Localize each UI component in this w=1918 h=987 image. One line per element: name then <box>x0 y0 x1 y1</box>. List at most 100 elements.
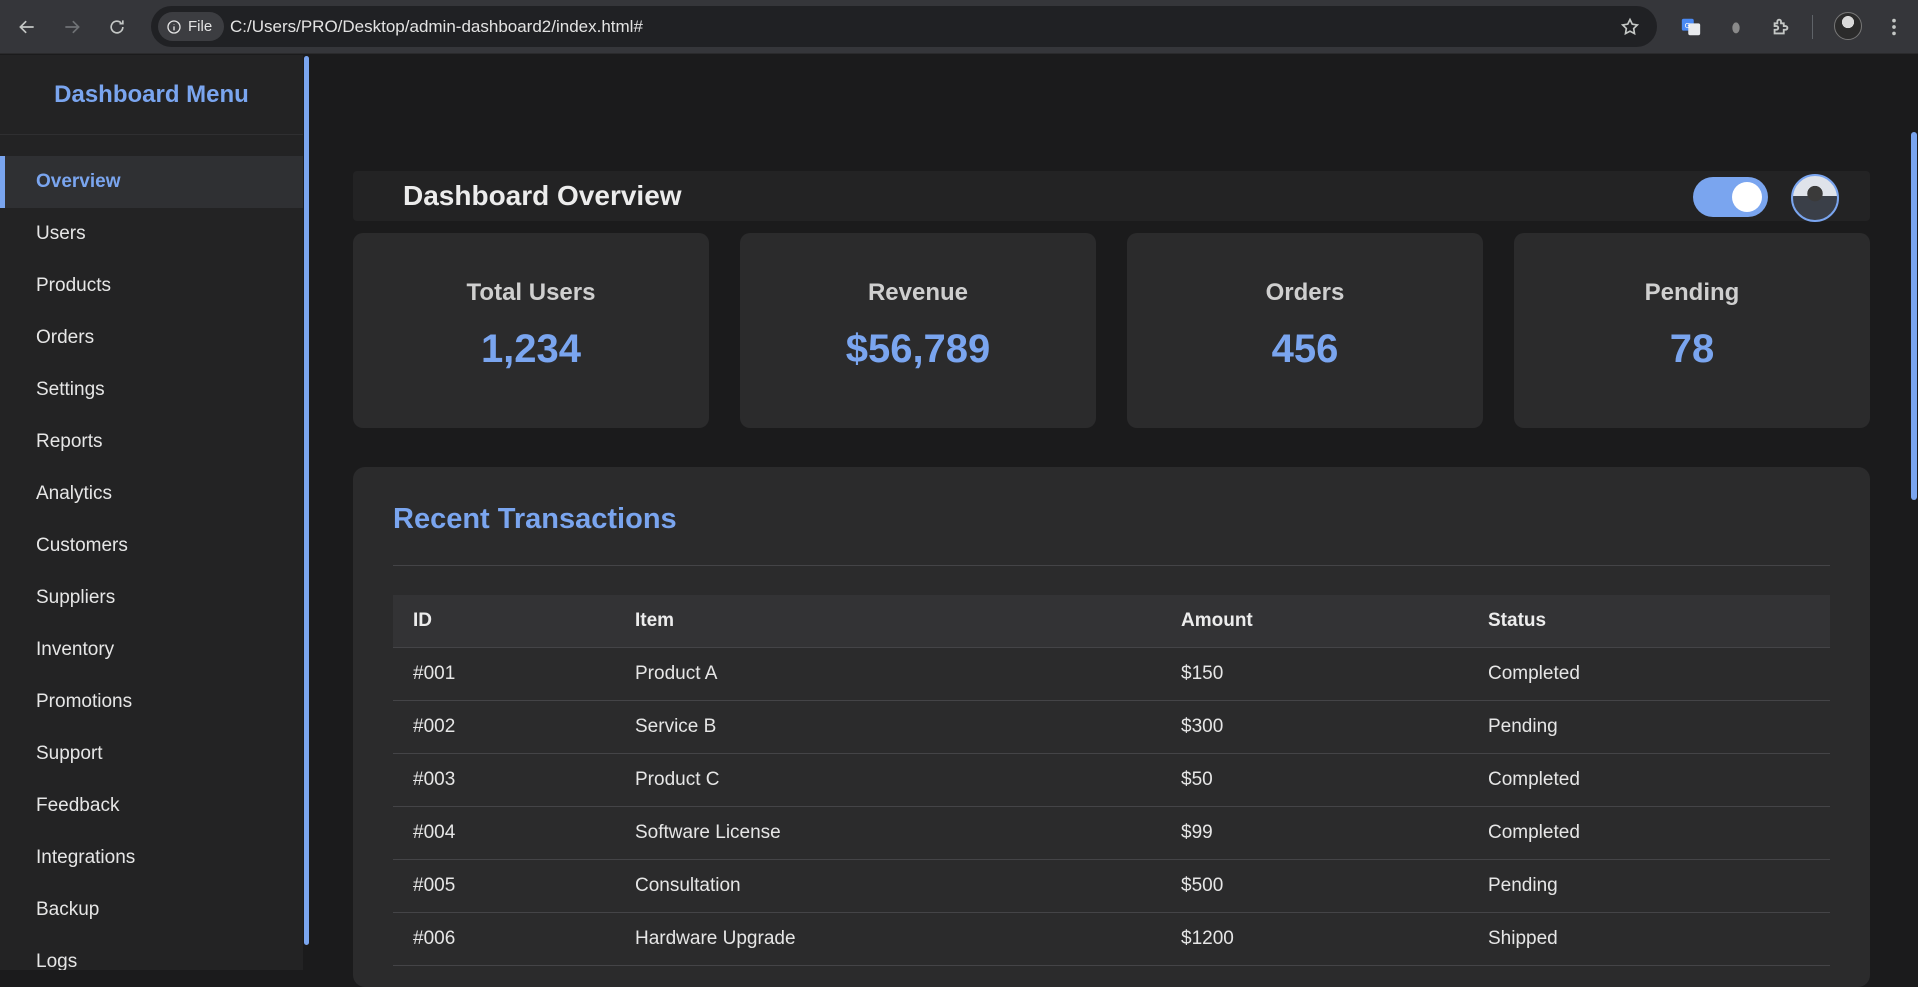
browser-toolbar: File C:/Users/PRO/Desktop/admin-dashboar… <box>0 0 1918 54</box>
cell-id: #006 <box>393 912 615 966</box>
sidebar-item-inventory[interactable]: Inventory <box>0 624 303 676</box>
table-row: #006 Hardware Upgrade $1200 Shipped <box>393 912 1830 966</box>
sidebar-item-feedback[interactable]: Feedback <box>0 780 303 832</box>
reload-button[interactable] <box>101 11 133 43</box>
table-header-row: ID Item Amount Status <box>393 595 1830 648</box>
dashboard-header: Dashboard Overview <box>353 171 1870 222</box>
cell-amount: $99 <box>1161 806 1468 860</box>
table-row: #003 Product C $50 Completed <box>393 753 1830 807</box>
sidebar-item-products[interactable]: Products <box>0 260 303 312</box>
extension-dot-icon <box>1732 22 1740 34</box>
translate-icon: G <box>1681 18 1701 36</box>
sidebar-item-settings[interactable]: Settings <box>0 364 303 416</box>
address-bar[interactable]: File C:/Users/PRO/Desktop/admin-dashboar… <box>151 6 1657 47</box>
site-info-chip[interactable]: File <box>158 12 225 41</box>
column-header-amount: Amount <box>1161 595 1468 648</box>
cell-amount: $300 <box>1161 700 1468 754</box>
stat-label: Pending <box>1644 279 1740 306</box>
transactions-table: ID Item Amount Status #001 Product A $150 C… <box>393 595 1830 966</box>
sidebar-item-logs[interactable]: Logs <box>0 936 303 970</box>
back-button[interactable] <box>11 11 43 43</box>
sidebar-scrollbar-thumb[interactable] <box>304 56 309 945</box>
browser-menu-button[interactable] <box>1878 11 1910 43</box>
cell-id: #001 <box>393 647 615 701</box>
url-text[interactable]: C:/Users/PRO/Desktop/admin-dashboard2/in… <box>230 6 643 47</box>
column-header-id: ID <box>393 595 615 648</box>
cell-item: Consultation <box>615 859 1161 913</box>
sidebar-item-reports[interactable]: Reports <box>0 416 303 468</box>
stat-card-orders: Orders 456 <box>1127 233 1483 428</box>
main-content: Dashboard Overview Total Users 1,234 Rev… <box>311 55 1918 987</box>
svg-text:G: G <box>1685 21 1691 30</box>
table-row: #005 Consultation $500 Pending <box>393 859 1830 913</box>
cell-item: Service B <box>615 700 1161 754</box>
extensions-menu-button[interactable] <box>1765 11 1797 43</box>
sidebar-item-suppliers[interactable]: Suppliers <box>0 572 303 624</box>
cell-amount: $1200 <box>1161 912 1468 966</box>
user-avatar[interactable] <box>1791 174 1839 222</box>
sidebar-item-customers[interactable]: Customers <box>0 520 303 572</box>
arrow-left-icon <box>19 20 34 34</box>
table-row: #001 Product A $150 Completed <box>393 647 1830 701</box>
stat-label: Revenue <box>867 279 969 306</box>
site-chip-label: File <box>188 18 213 35</box>
cell-id: #003 <box>393 753 615 807</box>
theme-toggle[interactable] <box>1693 177 1768 217</box>
stat-card-revenue: Revenue $56,789 <box>740 233 1096 428</box>
cell-id: #005 <box>393 859 615 913</box>
sidebar-item-orders[interactable]: Orders <box>0 312 303 364</box>
extension-button[interactable] <box>1720 11 1752 43</box>
theme-toggle-knob <box>1732 182 1762 212</box>
stat-label: Orders <box>1265 279 1345 306</box>
stat-value: 78 <box>1669 327 1715 371</box>
cell-amount: $50 <box>1161 753 1468 807</box>
cell-id: #002 <box>393 700 615 754</box>
sidebar-item-promotions[interactable]: Promotions <box>0 676 303 728</box>
stat-value: $56,789 <box>845 327 991 371</box>
stat-card-total-users: Total Users 1,234 <box>353 233 709 428</box>
cell-status: Shipped <box>1468 912 1830 966</box>
sidebar-item-overview[interactable]: Overview <box>0 156 303 208</box>
sidebar: Dashboard Menu Overview Users Products Orde… <box>0 55 303 970</box>
column-header-status: Status <box>1468 595 1830 648</box>
cell-item: Product C <box>615 753 1161 807</box>
arrow-right-icon <box>65 20 80 34</box>
cell-status: Completed <box>1468 806 1830 860</box>
cell-status: Completed <box>1468 647 1830 701</box>
column-header-item: Item <box>615 595 1161 648</box>
cell-amount: $150 <box>1161 647 1468 701</box>
stat-card-pending: Pending 78 <box>1514 233 1870 428</box>
bookmark-button[interactable] <box>1617 14 1643 40</box>
recent-transactions-panel: Recent Transactions ID Item Amount Statu… <box>353 467 1870 987</box>
sidebar-item-backup[interactable]: Backup <box>0 884 303 936</box>
toolbar-divider <box>1812 15 1813 39</box>
section-divider <box>393 565 1830 566</box>
transactions-table-body: #001 Product A $150 Completed #002 Service B $… <box>393 647 1830 966</box>
kebab-menu-icon <box>1892 18 1896 36</box>
section-title: Recent Transactions <box>393 503 677 535</box>
cell-id: #004 <box>393 806 615 860</box>
page-scrollbar-thumb[interactable] <box>1911 132 1917 500</box>
profile-avatar[interactable] <box>1834 12 1862 40</box>
stat-value: 1,234 <box>480 327 582 371</box>
sidebar-item-support[interactable]: Support <box>0 728 303 780</box>
star-icon <box>1620 17 1640 36</box>
sidebar-item-integrations[interactable]: Integrations <box>0 832 303 884</box>
cell-status: Pending <box>1468 859 1830 913</box>
page-title: Dashboard Overview <box>403 180 682 211</box>
sidebar-item-users[interactable]: Users <box>0 208 303 260</box>
stat-value: 456 <box>1271 327 1339 371</box>
stats-row: Total Users 1,234 Revenue $56,789 Orders… <box>353 233 1870 428</box>
translate-extension-button[interactable]: G <box>1675 11 1707 43</box>
cell-amount: $500 <box>1161 859 1468 913</box>
sidebar-scrollbar[interactable] <box>304 56 311 945</box>
stat-label: Total Users <box>466 279 596 306</box>
cell-item: Hardware Upgrade <box>615 912 1161 966</box>
sidebar-item-analytics[interactable]: Analytics <box>0 468 303 520</box>
forward-button[interactable] <box>56 11 88 43</box>
sidebar-menu: Overview Users Products Orders Settings Repor… <box>0 156 303 970</box>
reload-icon <box>110 20 124 34</box>
cell-item: Software License <box>615 806 1161 860</box>
table-row: #002 Service B $300 Pending <box>393 700 1830 754</box>
cell-status: Completed <box>1468 753 1830 807</box>
